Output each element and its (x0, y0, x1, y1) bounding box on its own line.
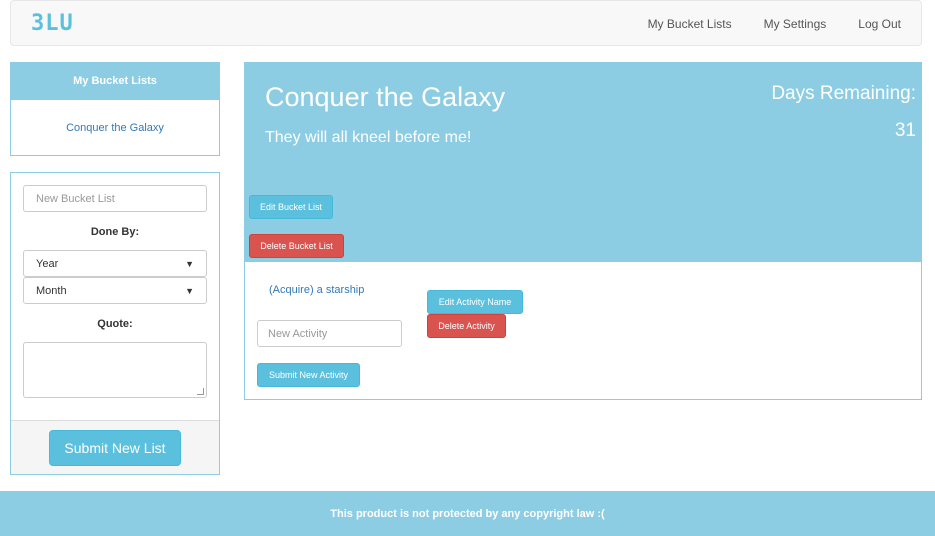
year-select-value: Year (36, 257, 59, 270)
month-select-value: Month (36, 284, 67, 297)
bucket-list-quote: They will all kneel before me! (265, 129, 472, 146)
nav-my-bucket-lists[interactable]: My Bucket Lists (632, 17, 748, 31)
month-select[interactable]: Month ▼ (23, 277, 207, 304)
edit-activity-name-button[interactable]: Edit Activity Name (427, 290, 523, 314)
new-list-form: New Bucket List Done By: Year ▼ Month ▼ … (10, 172, 220, 475)
bucket-list-title: Conquer the Galaxy (265, 82, 506, 112)
footer: This product is not protected by any cop… (0, 491, 935, 536)
activities-panel: (Acquire) a starship Edit Activity Name … (244, 262, 922, 400)
quote-textarea[interactable] (23, 342, 207, 398)
bucket-list-hero: Conquer the Galaxy They will all kneel b… (244, 62, 922, 262)
brand-logo[interactable]: 3LU (31, 11, 74, 36)
year-select[interactable]: Year ▼ (23, 250, 207, 277)
edit-bucket-list-button[interactable]: Edit Bucket List (249, 195, 333, 219)
nav-my-settings[interactable]: My Settings (748, 17, 843, 31)
submit-new-activity-button[interactable]: Submit New Activity (257, 363, 360, 387)
delete-activity-button[interactable]: Delete Activity (427, 314, 506, 338)
nav-log-out[interactable]: Log Out (842, 17, 921, 31)
bucket-lists-panel-body: Conquer the Galaxy (11, 100, 219, 155)
chevron-down-icon: ▼ (185, 285, 194, 296)
footer-text: This product is not protected by any cop… (330, 507, 605, 520)
new-bucket-list-input[interactable]: New Bucket List (23, 185, 207, 212)
nav-links: My Bucket Lists My Settings Log Out (632, 1, 921, 47)
days-remaining-label: Days Remaining: (771, 83, 916, 104)
form-footer: Submit New List (11, 420, 219, 474)
bucket-lists-panel-title: My Bucket Lists (11, 63, 219, 100)
sidebar-item-conquer-the-galaxy[interactable]: Conquer the Galaxy (66, 122, 164, 134)
submit-new-list-button[interactable]: Submit New List (49, 429, 181, 466)
activity-item[interactable]: (Acquire) a starship (269, 284, 364, 296)
resize-grip-icon[interactable] (197, 388, 204, 395)
new-activity-input[interactable]: New Activity (257, 320, 402, 347)
quote-label: Quote: (97, 318, 133, 330)
days-remaining-value: 31 (894, 120, 916, 141)
done-by-label: Done By: (90, 226, 140, 238)
delete-bucket-list-button[interactable]: Delete Bucket List (249, 234, 344, 258)
bucket-lists-panel: My Bucket Lists Conquer the Galaxy (10, 62, 220, 156)
chevron-down-icon: ▼ (185, 258, 194, 269)
navbar: 3LU My Bucket Lists My Settings Log Out (10, 0, 922, 46)
